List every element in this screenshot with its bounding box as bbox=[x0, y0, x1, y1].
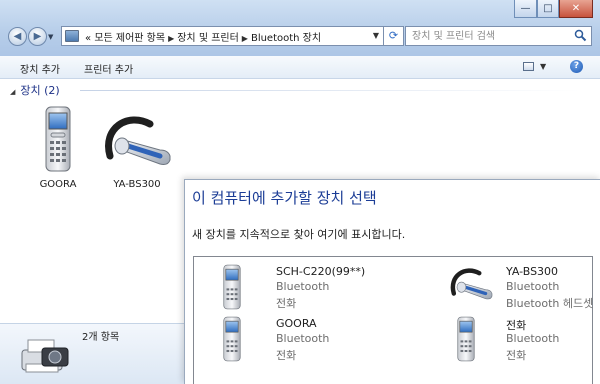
details-pane: 2개 항목 bbox=[0, 323, 187, 384]
phone-icon bbox=[223, 264, 241, 310]
group-divider bbox=[80, 90, 580, 91]
search-icon[interactable] bbox=[574, 29, 587, 42]
search-input[interactable] bbox=[406, 27, 572, 45]
forward-button[interactable]: ▶ bbox=[28, 27, 47, 46]
chevron-right-icon[interactable]: ▶ bbox=[168, 34, 174, 43]
phone-icon bbox=[223, 316, 241, 362]
device-category: Bluetooth 헤드셋 bbox=[506, 297, 594, 310]
printer-camera-icon bbox=[21, 339, 69, 373]
device-name: SCH-C220(99**) bbox=[276, 265, 366, 278]
collapse-icon[interactable]: ◢ bbox=[10, 88, 15, 96]
maximize-button[interactable]: □ bbox=[537, 0, 559, 18]
device-type: Bluetooth bbox=[506, 332, 560, 345]
minimize-button[interactable]: — bbox=[514, 0, 537, 18]
change-view-icon[interactable] bbox=[523, 62, 534, 71]
chevron-right-icon[interactable]: ▶ bbox=[242, 34, 248, 43]
headset-icon bbox=[450, 268, 493, 300]
device-category: 전화 bbox=[276, 297, 297, 310]
back-button[interactable]: ◀ bbox=[8, 27, 27, 46]
device-label: GOORA bbox=[39, 179, 77, 190]
item-count: 2개 항목 bbox=[82, 332, 120, 343]
device-type: Bluetooth bbox=[506, 280, 560, 293]
breadcrumb-overflow[interactable]: « bbox=[85, 33, 91, 44]
help-button[interactable]: ? bbox=[570, 60, 583, 73]
refresh-icon: ⟳ bbox=[388, 29, 399, 42]
group-header[interactable]: ◢ 장치 (2) bbox=[10, 82, 60, 98]
address-bar[interactable]: « 모든 제어판 항목 ▶ 장치 및 프린터 ▶ Bluetooth 장치 ▼ bbox=[61, 26, 384, 46]
device-name: GOORA bbox=[276, 317, 317, 330]
discovered-device-ya-bs300[interactable]: YA-BS300 Bluetooth Bluetooth 헤드셋 bbox=[446, 263, 600, 310]
discovered-device-phone[interactable]: 전화 Bluetooth 전화 bbox=[446, 315, 600, 362]
discovered-device-goora[interactable]: GOORA Bluetooth 전화 bbox=[216, 315, 406, 362]
breadcrumb-devices-printers[interactable]: 장치 및 프린터 bbox=[177, 33, 239, 44]
address-dropdown-icon[interactable]: ▼ bbox=[373, 31, 379, 40]
device-name: YA-BS300 bbox=[506, 265, 559, 278]
device-label: YA-BS300 bbox=[113, 179, 161, 190]
phone-icon bbox=[457, 316, 475, 362]
title-bar: — □ ✕ ◀ ▶ ▼ « 모든 제어판 항목 ▶ 장치 및 프린터 ▶ Bluetoo… bbox=[0, 0, 600, 57]
breadcrumb-bluetooth-devices[interactable]: Bluetooth 장치 bbox=[251, 33, 321, 44]
device-category: 전화 bbox=[506, 349, 527, 362]
dialog-title: 이 컴퓨터에 추가할 장치 선택 bbox=[192, 189, 377, 207]
arrow-left-icon: ◀ bbox=[13, 31, 22, 42]
device-type: Bluetooth bbox=[276, 280, 330, 293]
add-device-button[interactable]: 장치 추가 bbox=[20, 61, 60, 76]
breadcrumb-control-panel[interactable]: 모든 제어판 항목 bbox=[94, 33, 165, 44]
search-box[interactable] bbox=[405, 26, 592, 46]
device-category: 전화 bbox=[276, 349, 297, 362]
control-panel-icon bbox=[65, 30, 79, 42]
breadcrumb: « 모든 제어판 항목 ▶ 장치 및 프린터 ▶ Bluetooth 장치 bbox=[85, 29, 321, 44]
add-printer-button[interactable]: 프린터 추가 bbox=[84, 61, 133, 76]
discovered-device-sch-c220[interactable]: SCH-C220(99**) Bluetooth 전화 bbox=[216, 263, 406, 310]
device-goora[interactable]: GOORA bbox=[32, 104, 84, 190]
arrow-right-icon: ▶ bbox=[33, 31, 42, 42]
device-name: 전화 bbox=[506, 319, 527, 332]
refresh-button[interactable]: ⟳ bbox=[383, 26, 404, 46]
group-title: 장치 (2) bbox=[20, 84, 60, 97]
device-type: Bluetooth bbox=[276, 332, 330, 345]
discovered-devices-list[interactable]: SCH-C220(99**) Bluetooth 전화 YA-BS300 Blu… bbox=[193, 256, 593, 384]
device-ya-bs300[interactable]: YA-BS300 bbox=[96, 108, 178, 190]
dialog-description: 새 장치를 지속적으로 찾아 여기에 표시합니다. bbox=[192, 228, 406, 241]
close-button[interactable]: ✕ bbox=[559, 0, 593, 18]
phone-icon bbox=[45, 106, 71, 172]
headset-icon bbox=[105, 116, 171, 165]
command-bar: 장치 추가 프린터 추가 ▼ ? bbox=[0, 56, 600, 79]
add-device-dialog: 이 컴퓨터에 추가할 장치 선택 새 장치를 지속적으로 찾아 여기에 표시합니… bbox=[184, 179, 600, 384]
view-dropdown-icon[interactable]: ▼ bbox=[540, 62, 546, 71]
recent-pages-dropdown[interactable]: ▼ bbox=[48, 33, 53, 41]
